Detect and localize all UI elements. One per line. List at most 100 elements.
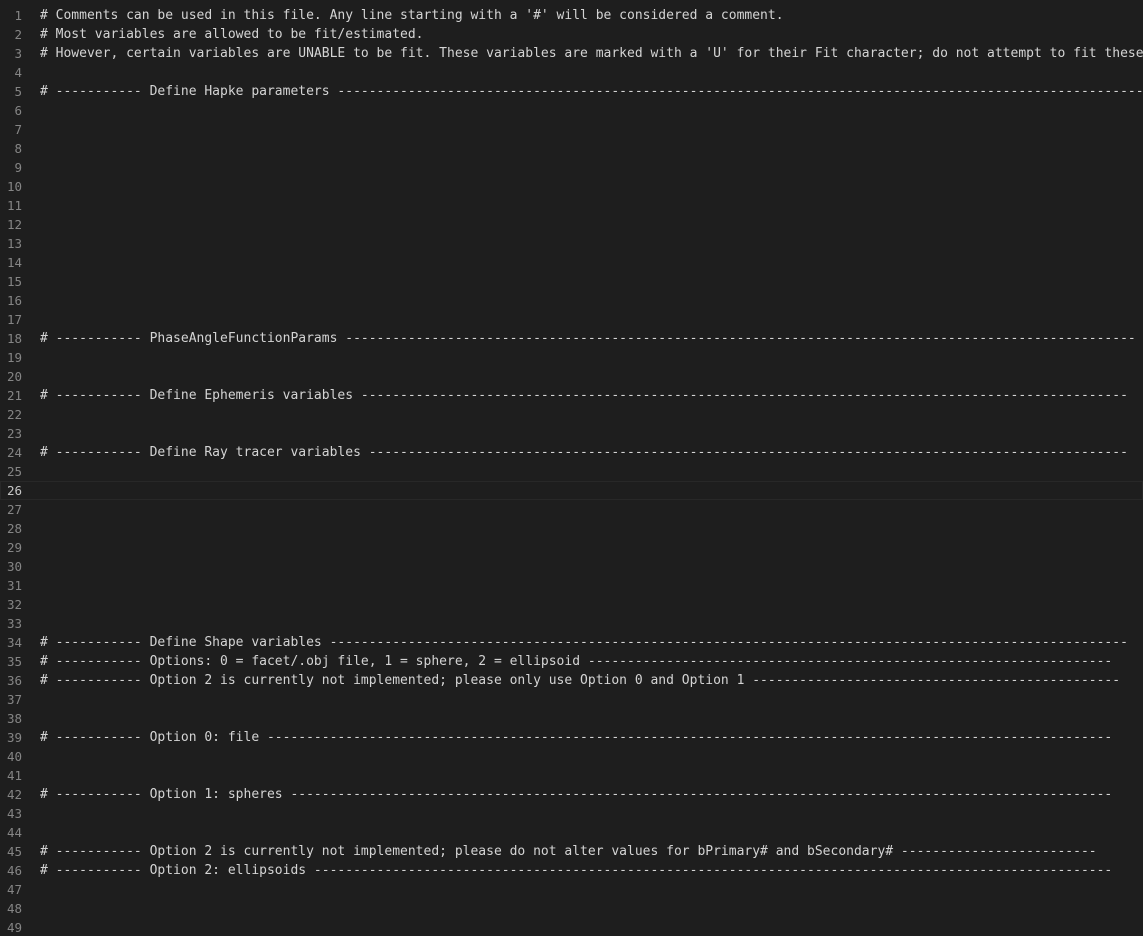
line-number: 48 bbox=[6, 901, 22, 916]
line-number: 8 bbox=[14, 141, 22, 156]
line-number: 33 bbox=[6, 616, 22, 631]
parameter-line[interactable]: 4128objPathSecondary(file_path)U../build… bbox=[0, 766, 1143, 785]
parameter-line[interactable]: 1912phaseAngleFunctionParamsPrimaryU10 bbox=[0, 348, 1143, 367]
parameter-line[interactable]: 2315ephemerisSunFile(file_path)U../build… bbox=[0, 424, 1143, 443]
line-number: 37 bbox=[6, 692, 22, 707]
comment-line[interactable]: 45 # ----------- Option 2 is currently no… bbox=[0, 842, 1143, 861]
parameter-line[interactable]: 1711h93SecondaryUtrue0 bbox=[0, 310, 1143, 329]
line-number: 45 bbox=[6, 844, 22, 859]
line-number: 41 bbox=[6, 768, 22, 783]
parameter-line[interactable]: 3324vFov(degrees)U0.000010 bbox=[0, 614, 1143, 633]
comment-line[interactable]: 46 # ----------- Option 2: ellipsoids ---… bbox=[0, 861, 1143, 880]
comment-text: # ----------- Define Ephemeris variables… bbox=[40, 388, 1128, 403]
parameter-line[interactable]: 4832bPrimary2N500 bbox=[0, 899, 1143, 918]
line-number: 14 bbox=[6, 255, 22, 270]
comment-text: # ----------- Option 2: ellipsoids -----… bbox=[40, 863, 1113, 878]
line-number: 17 bbox=[6, 312, 22, 327]
comment-text: # ----------- Option 2 is currently not … bbox=[40, 844, 1097, 859]
comment-line[interactable]: 36 # ----------- Option 2 is currently no… bbox=[0, 671, 1143, 690]
line-number: 25 bbox=[6, 464, 22, 479]
line-number: 28 bbox=[6, 521, 22, 536]
comment-line[interactable]: 35 # ----------- Options: 0 = facet/.obj … bbox=[0, 652, 1143, 671]
line-number: 7 bbox=[14, 122, 22, 137]
parameter-line[interactable]: 104compactionParamValPrimaryN00 bbox=[0, 177, 1143, 196]
parameter-line[interactable]: 3021renderOutputFileUForwardModelRenderO… bbox=[0, 557, 1143, 576]
line-number: 26 bbox=[6, 483, 22, 498]
line-number: 29 bbox=[6, 540, 22, 555]
comment-line[interactable]: 42 # ----------- Option 1: spheres ------… bbox=[0, 785, 1143, 804]
parameter-line[interactable]: 2516windowX(pixels)U2000 bbox=[0, 462, 1143, 481]
parameter-line[interactable]: 1610h93PrimaryUtrue0 bbox=[0, 291, 1143, 310]
parameter-line[interactable]: 4933bPrimary3N500 bbox=[0, 918, 1143, 936]
line-number: 44 bbox=[6, 825, 22, 840]
parameter-line[interactable]: 159phaseAngleFunctionSeconary(radians)N0… bbox=[0, 272, 1143, 291]
parameter-line[interactable]: 2920gammaU10 bbox=[0, 538, 1143, 557]
line-number: 2 bbox=[14, 27, 22, 42]
parameter-line[interactable]: 126surfaceRoughnessPrimary(radians)N200 bbox=[0, 215, 1143, 234]
line-number: 19 bbox=[6, 350, 22, 365]
parameter-line[interactable]: 137surfaceRoughnessSecondary(radians)N20… bbox=[0, 234, 1143, 253]
line-number: 5 bbox=[14, 84, 22, 99]
line-number: 39 bbox=[6, 730, 22, 745]
parameter-line[interactable]: 2617windowY(pixels)U2000 bbox=[0, 481, 1143, 500]
line-number: 42 bbox=[6, 787, 22, 802]
parameter-line[interactable]: 4329aPrimary(km)N125.32 bbox=[0, 804, 1143, 823]
parameter-line[interactable]: 115compactionParamValSecondaryN00 bbox=[0, 196, 1143, 215]
line-number: 35 bbox=[6, 654, 22, 669]
comment-text: # Comments can be used in this file. Any… bbox=[40, 8, 784, 23]
comment-line[interactable]: 5 # ----------- Define Hapke parameters -… bbox=[0, 82, 1143, 101]
comment-line[interactable]: 39 # ----------- Option 0: file ---------… bbox=[0, 728, 1143, 747]
comment-text: # ----------- Options: 0 = facet/.obj fi… bbox=[40, 654, 1113, 669]
line-number: 12 bbox=[6, 217, 22, 232]
parameter-line[interactable]: 148phaseAngleFunctionPrimary(radians)N00 bbox=[0, 253, 1143, 272]
parameter-line[interactable]: 3725optionsPrimaryU20 bbox=[0, 690, 1143, 709]
comment-line[interactable]: 18 # ----------- PhaseAngleFunctionParams… bbox=[0, 329, 1143, 348]
comment-text: # ----------- Define Hapke parameters --… bbox=[40, 84, 1143, 99]
line-number: 22 bbox=[6, 407, 22, 422]
parameter-line[interactable]: 82amplitudeOfOppositionSurgePrimaryN0.00 bbox=[0, 139, 1143, 158]
line-number: 21 bbox=[6, 388, 22, 403]
line-number: 11 bbox=[6, 198, 22, 213]
comment-line[interactable]: 21 # ----------- Define Ephemeris variabl… bbox=[0, 386, 1143, 405]
parameter-line[interactable]: 3122renderUtrue0 bbox=[0, 576, 1143, 595]
parameter-line[interactable]: 4430aSecondary(km)N117.72 bbox=[0, 823, 1143, 842]
comment-line[interactable]: 2 # Most variables are allowed to be fit/… bbox=[0, 25, 1143, 44]
line-number: 36 bbox=[6, 673, 22, 688]
line-number: 32 bbox=[6, 597, 22, 612]
parameter-line[interactable]: 71singleScatteringAlbedoSecondaryN0.80 bbox=[0, 120, 1143, 139]
line-number: 6 bbox=[14, 103, 22, 118]
parameter-line[interactable]: 2819maxDepthU10 bbox=[0, 519, 1143, 538]
line-number: 34 bbox=[6, 635, 22, 650]
parameter-line[interactable]: 3826optionsSecondaryU20 bbox=[0, 709, 1143, 728]
line-number: 49 bbox=[6, 920, 22, 935]
line-number: 10 bbox=[6, 179, 22, 194]
parameter-line[interactable]: 2214ephemerisPrimaryFile(file_path)U../b… bbox=[0, 405, 1143, 424]
comment-text: # ----------- Define Ray tracer variable… bbox=[40, 445, 1128, 460]
header-line[interactable]: 4#IDParameterFitValueStep-size bbox=[0, 63, 1143, 82]
parameter-line[interactable]: 4731bPrimary1N1250 bbox=[0, 880, 1143, 899]
line-number: 16 bbox=[6, 293, 22, 308]
comment-line[interactable]: 1 # Comments can be used in this file. An… bbox=[0, 6, 1143, 25]
comment-line[interactable]: 34 # ----------- Define Shape variables -… bbox=[0, 633, 1143, 652]
comment-text: # ----------- PhaseAngleFunctionParams -… bbox=[40, 331, 1136, 346]
parameter-line[interactable]: 2718numberSamplesU500 bbox=[0, 500, 1143, 519]
line-number: 20 bbox=[6, 369, 22, 384]
line-number: 46 bbox=[6, 863, 22, 878]
parameter-line[interactable]: 93amplitudeOfOppositionSurgeSecondaryN0.… bbox=[0, 158, 1143, 177]
text-editor[interactable]: 1 # Comments can be used in this file. An… bbox=[0, 0, 1143, 936]
parameter-line[interactable]: 60singleScatteringAlbedoPrimaryN0.90 bbox=[0, 101, 1143, 120]
comment-text: # ----------- Define Shape variables ---… bbox=[40, 635, 1128, 650]
parameter-line[interactable]: 4027objPathPrimary(file_path)U../build/d… bbox=[0, 747, 1143, 766]
line-number: 4 bbox=[14, 65, 22, 80]
line-number: 15 bbox=[6, 274, 22, 289]
parameter-line[interactable]: 3223antialiasingUfalse0 bbox=[0, 595, 1143, 614]
line-number: 43 bbox=[6, 806, 22, 821]
comment-line[interactable]: 24 # ----------- Define Ray tracer variab… bbox=[0, 443, 1143, 462]
comment-text: # ----------- Option 1: spheres --------… bbox=[40, 787, 1113, 802]
comment-text: # ----------- Option 2 is currently not … bbox=[40, 673, 1121, 688]
line-number: 1 bbox=[14, 8, 22, 23]
comment-line[interactable]: 3 # However, certain variables are UNABLE… bbox=[0, 44, 1143, 63]
line-number: 13 bbox=[6, 236, 22, 251]
editor-lines: 1 # Comments can be used in this file. An… bbox=[0, 6, 1143, 936]
parameter-line[interactable]: 2013phaseAngleFunctionParamsSecondaryU10 bbox=[0, 367, 1143, 386]
